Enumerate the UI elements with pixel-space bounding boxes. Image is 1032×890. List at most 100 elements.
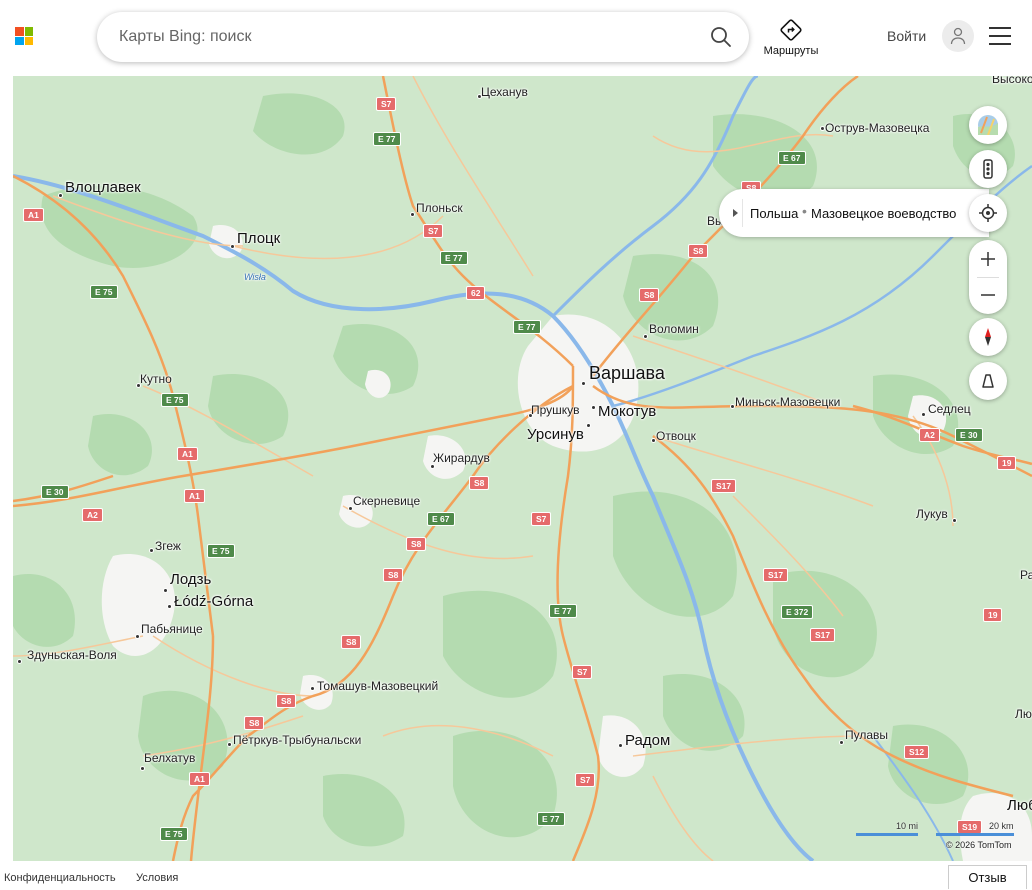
user-icon: [950, 27, 966, 45]
city-label[interactable]: Влоцлавек: [65, 179, 141, 196]
scale-mi-label: 10 mi: [896, 821, 919, 831]
road-shield: E 75: [161, 393, 189, 407]
map-scale: 10 mi 20 km: [856, 820, 1016, 840]
city-label[interactable]: Лю: [1015, 707, 1032, 721]
city-label[interactable]: Пётркув-Трыбунальски: [233, 733, 361, 747]
road-shield: A1: [23, 208, 44, 222]
city-label[interactable]: Кутно: [140, 372, 172, 386]
traffic-light-icon: [983, 159, 993, 179]
compass-button[interactable]: [969, 318, 1007, 356]
tilt-button[interactable]: [969, 362, 1007, 400]
map-style-button[interactable]: [969, 106, 1007, 144]
city-label[interactable]: Жирардув: [433, 451, 490, 465]
city-label[interactable]: Люб: [1007, 797, 1032, 814]
map-canvas[interactable]: Wisła Влоцлавек Плоцк Кутно Лодзь Łódź-G…: [13, 76, 1032, 861]
breadcrumb-region[interactable]: Мазовецкое воеводство: [811, 206, 956, 221]
road-shield: S8: [688, 244, 709, 258]
city-dot: [410, 212, 415, 217]
location-breadcrumb[interactable]: Польша • Мазовецкое воеводство: [719, 189, 989, 237]
road-shield: S8: [469, 476, 490, 490]
city-label[interactable]: Плоньск: [416, 201, 463, 215]
tilt-icon: [982, 374, 994, 388]
road-shield: A1: [184, 489, 205, 503]
city-label[interactable]: Ра: [1020, 568, 1032, 582]
city-label[interactable]: Прушкув: [531, 403, 580, 417]
city-label[interactable]: Лукув: [916, 507, 948, 521]
city-label[interactable]: Пулавы: [845, 728, 888, 742]
road-shield: S7: [376, 97, 397, 111]
minus-icon: [981, 294, 995, 296]
city-label[interactable]: Воломин: [649, 322, 699, 336]
road-shield: E 77: [537, 812, 565, 826]
road-shield: E 77: [373, 132, 401, 146]
city-label[interactable]: Отвоцк: [656, 429, 696, 443]
road-shield: S8: [341, 635, 362, 649]
routes-label: Маршруты: [763, 45, 819, 57]
road-shield: A1: [189, 772, 210, 786]
scale-bar-km: [936, 833, 1014, 836]
city-label[interactable]: Скерневице: [353, 494, 420, 508]
city-label[interactable]: Цеханув: [481, 85, 528, 99]
road-shield: S8: [383, 568, 404, 582]
capital-label[interactable]: Варшава: [589, 363, 665, 384]
privacy-link[interactable]: Конфиденциальность: [4, 872, 116, 884]
locate-me-button[interactable]: [969, 194, 1007, 232]
city-dot: [581, 381, 586, 386]
road-shield: A2: [82, 508, 103, 522]
city-dot: [17, 659, 22, 664]
map-style-icon: [978, 115, 998, 135]
city-label[interactable]: Высоко: [992, 76, 1032, 86]
search-box[interactable]: [97, 12, 749, 62]
scale-bar-mi: [856, 833, 918, 836]
feedback-button[interactable]: Отзыв: [948, 865, 1027, 889]
city-dot: [135, 634, 140, 639]
road-shield: E 77: [549, 604, 577, 618]
city-label[interactable]: Здуньская-Воля: [27, 648, 117, 662]
signin-link[interactable]: Войти: [887, 28, 926, 44]
road-shield: S7: [423, 224, 444, 238]
city-label[interactable]: Острув-Мазовецка: [825, 121, 929, 135]
city-dot: [921, 412, 926, 417]
city-label[interactable]: Пабьянице: [141, 622, 203, 636]
road-shield: S17: [763, 568, 789, 582]
city-label[interactable]: Лодзь: [170, 571, 211, 588]
road-shield: E 67: [778, 151, 806, 165]
road-shield: E 77: [440, 251, 468, 265]
routes-button[interactable]: Маршруты: [760, 18, 822, 62]
expand-arrow-icon[interactable]: [733, 209, 738, 217]
terms-link[interactable]: Условия: [136, 872, 178, 884]
scale-km-label: 20 km: [989, 821, 1014, 831]
city-label[interactable]: Белхатув: [144, 751, 195, 765]
road-shield: 62: [466, 286, 486, 300]
city-dot: [591, 405, 596, 410]
city-label[interactable]: Миньск-Мазовецки: [735, 395, 840, 409]
city-label[interactable]: Урсинув: [527, 426, 584, 443]
city-label[interactable]: Томашув-Мазовецкий: [317, 679, 438, 693]
traffic-button[interactable]: [969, 150, 1007, 188]
city-label[interactable]: Łódź-Górna: [174, 593, 253, 610]
avatar[interactable]: [942, 20, 974, 52]
city-label[interactable]: Седлец: [928, 402, 971, 416]
microsoft-logo[interactable]: [15, 27, 33, 45]
road-shield: A1: [177, 447, 198, 461]
zoom-in-button[interactable]: [969, 240, 1007, 277]
menu-icon[interactable]: [989, 27, 1011, 45]
breadcrumb-country[interactable]: Польша: [750, 206, 798, 221]
plus-icon: [981, 252, 995, 266]
city-dot: [163, 588, 168, 593]
road-shield: S7: [531, 512, 552, 526]
road-shield: S17: [711, 479, 737, 493]
city-dot: [839, 740, 844, 745]
road-shield: E 75: [90, 285, 118, 299]
road-shield: E 372: [781, 605, 814, 619]
city-label[interactable]: Плоцк: [237, 230, 280, 247]
city-label[interactable]: Згеж: [155, 539, 181, 553]
city-label[interactable]: Мокотув: [598, 403, 656, 420]
city-label[interactable]: Радом: [625, 732, 670, 749]
city-dot: [230, 244, 235, 249]
river-label: Wisła: [244, 272, 266, 282]
zoom-out-button[interactable]: [969, 277, 1007, 314]
road-shield: E 75: [207, 544, 235, 558]
search-icon[interactable]: [709, 25, 733, 49]
search-input[interactable]: [119, 24, 689, 50]
